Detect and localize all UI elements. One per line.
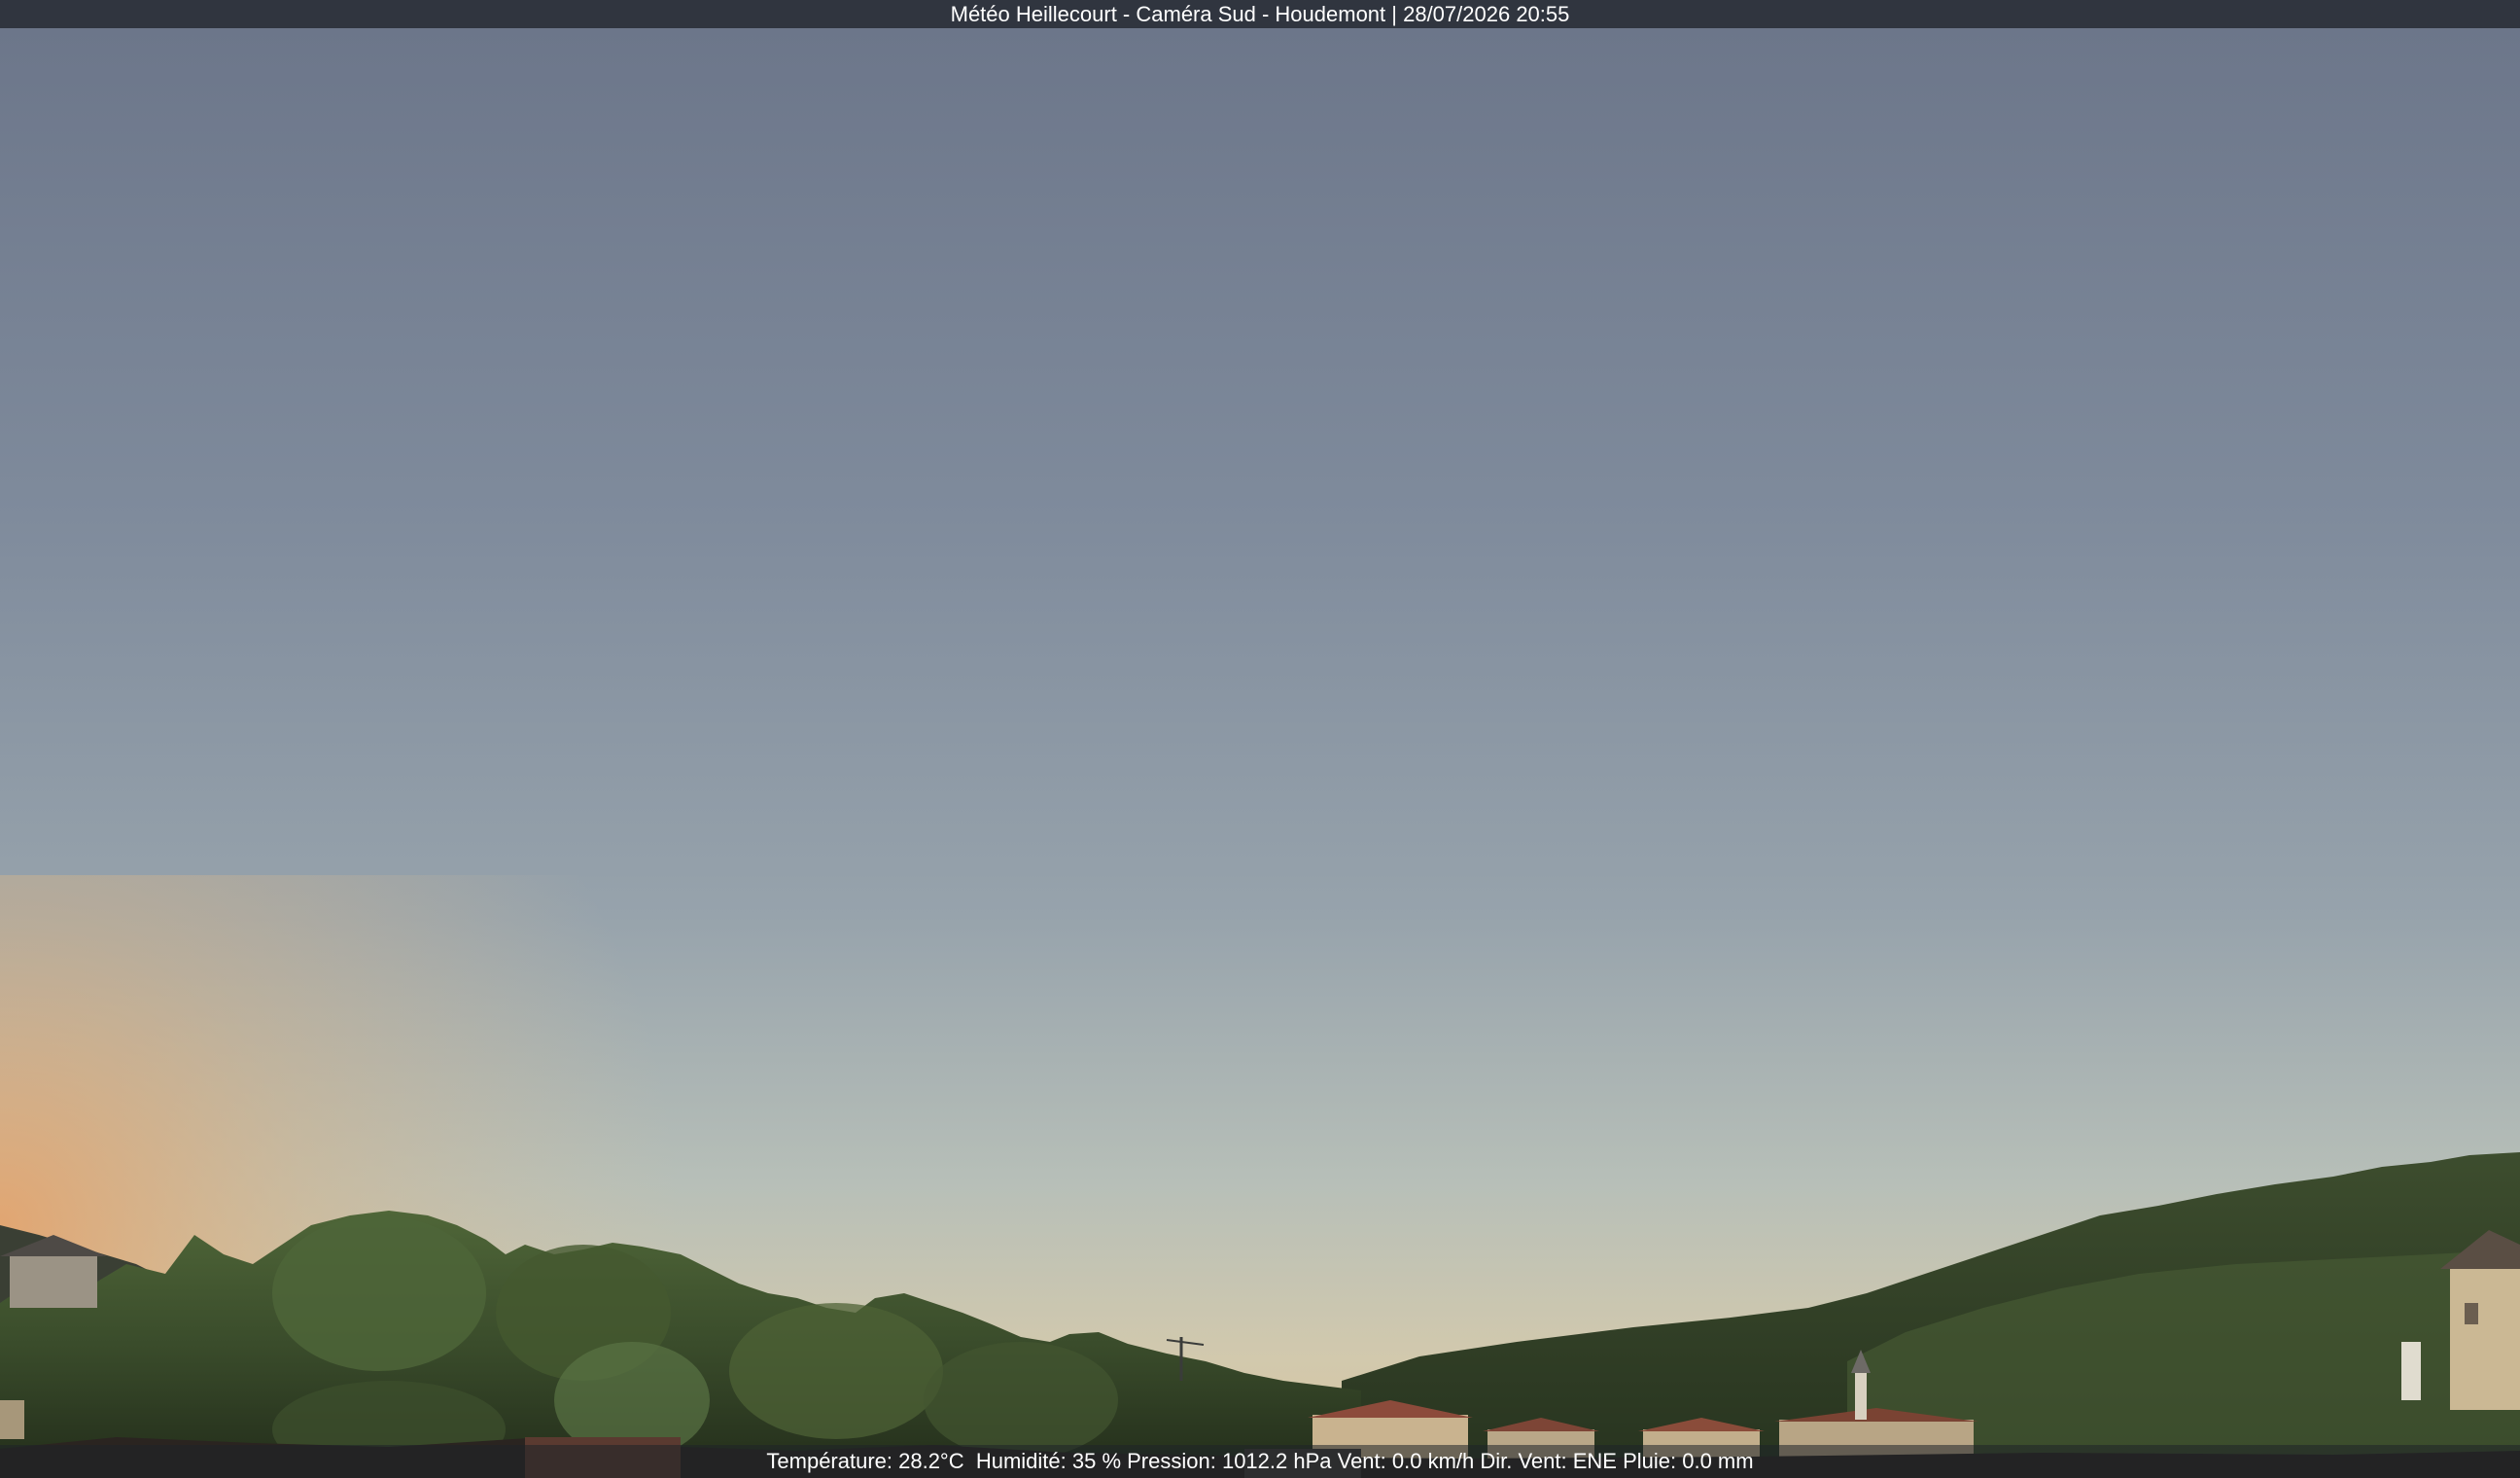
- camera-title: Météo Heillecourt - Caméra Sud - Houdemo…: [950, 1, 1570, 26]
- webcam-frame: Météo Heillecourt - Caméra Sud - Houdemo…: [0, 0, 2520, 1478]
- title-bar: Météo Heillecourt - Caméra Sud - Houdemo…: [0, 0, 2520, 28]
- weather-info-bar: Température: 28.2°C Humidité: 35 % Press…: [0, 1445, 2520, 1478]
- weather-readout: Température: 28.2°C Humidité: 35 % Press…: [766, 1449, 1754, 1473]
- webcam-image: [0, 0, 2520, 1478]
